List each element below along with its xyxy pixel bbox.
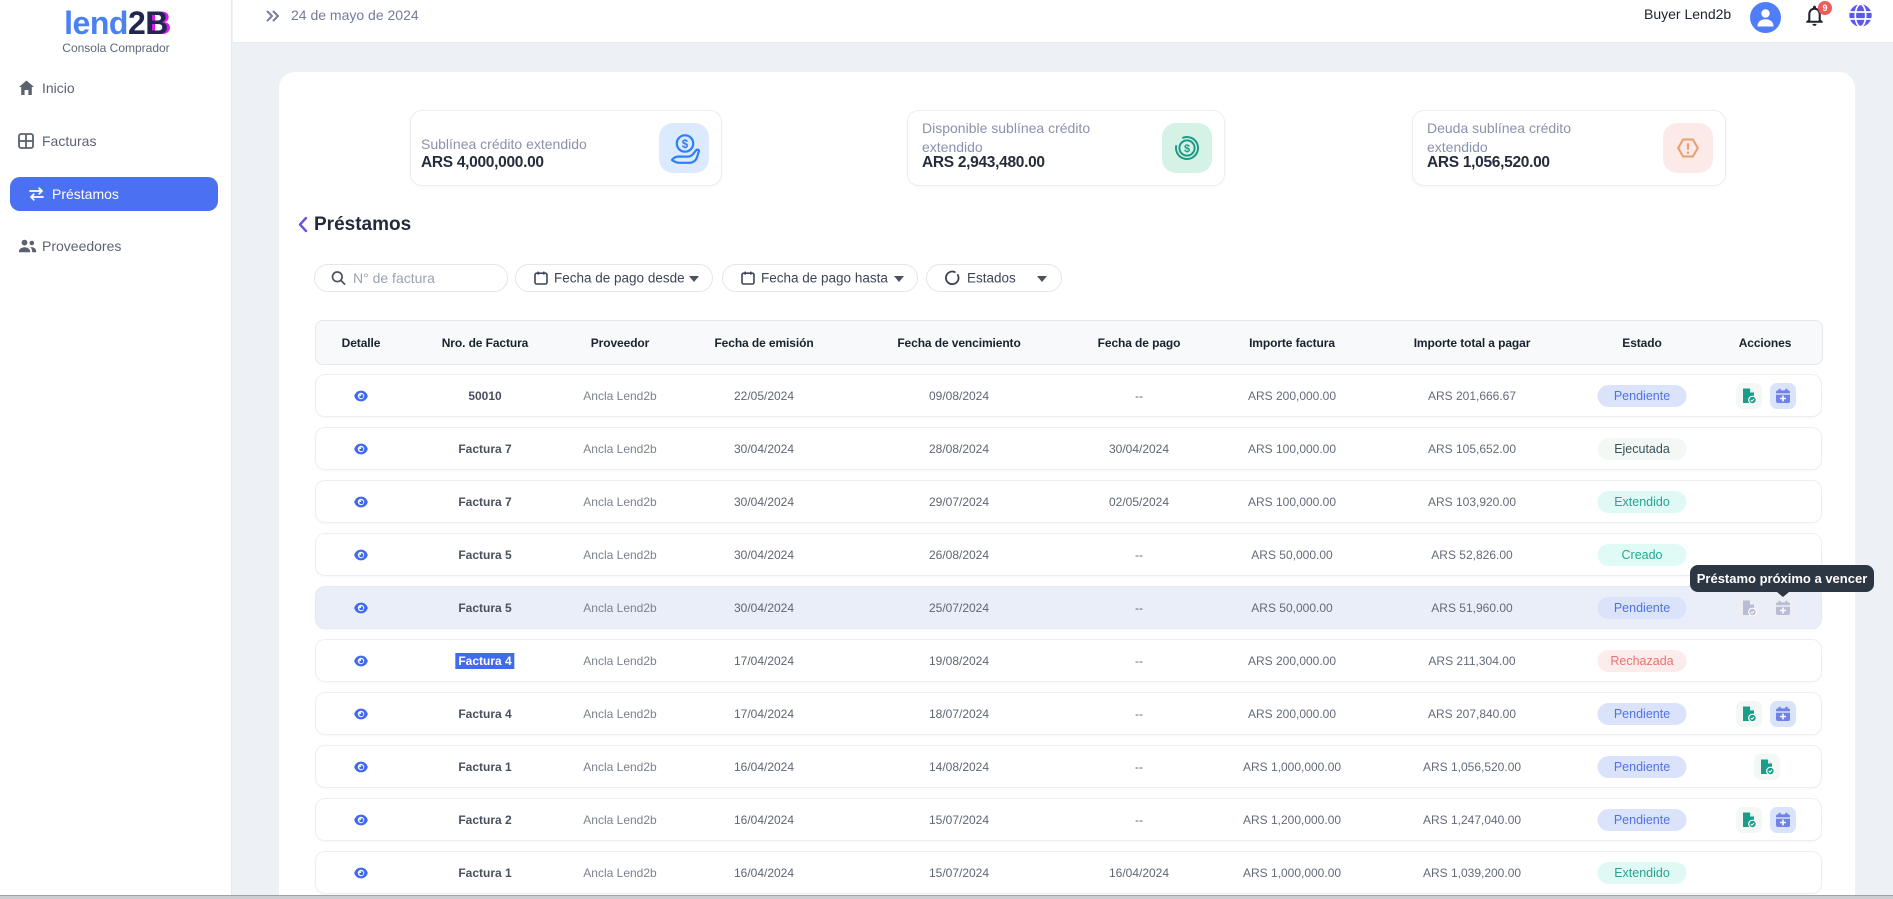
svg-text:$: $: [1184, 143, 1190, 155]
svg-text:$: $: [682, 139, 689, 151]
